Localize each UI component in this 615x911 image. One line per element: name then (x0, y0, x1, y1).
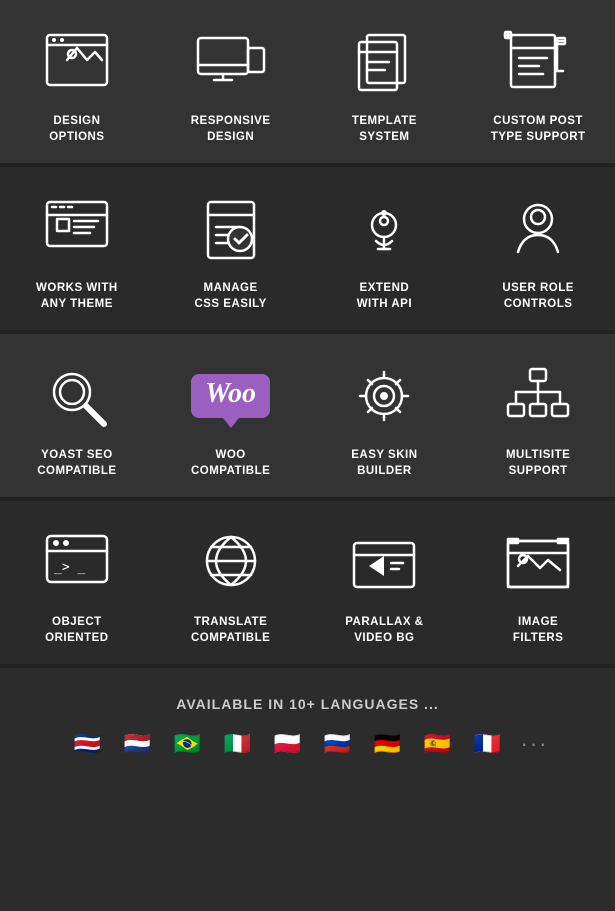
easy-skin-builder-icon (339, 356, 429, 436)
feature-multisite-support: MULTISITESUPPORT (461, 334, 615, 497)
languages-section: AVAILABLE IN 10+ LANGUAGES ... 🇨🇷 🇳🇱 🇧🇷 … (0, 668, 615, 788)
feature-custom-post-type-support: CUSTOM POSTTYPE SUPPORT (461, 0, 615, 163)
image-filters-label: IMAGEFILTERS (513, 615, 564, 646)
design-options-label: DESIGNOPTIONS (49, 114, 104, 145)
feature-woo-compatible: Woo WOOCOMPATIBLE (154, 334, 308, 497)
feature-easy-skin-builder: EASY SKINBUILDER (308, 334, 462, 497)
flag-france: 🇫🇷 (467, 730, 509, 758)
feature-section-4: _> _ OBJECTORIENTED TRANSLATECOMPATIBLE (0, 501, 615, 668)
flag-costarica: 🇨🇷 (67, 730, 109, 758)
extend-with-api-label: EXTENDWITH API (357, 281, 412, 312)
feature-extend-with-api: EXTENDWITH API (308, 167, 462, 330)
flag-italy: 🇮🇹 (217, 730, 259, 758)
user-role-controls-icon (493, 189, 583, 269)
yoast-seo-compatible-icon (32, 356, 122, 436)
yoast-seo-compatible-label: YOAST SEOCOMPATIBLE (37, 448, 116, 479)
woo-compatible-icon: Woo (186, 356, 276, 436)
woo-text: Woo (205, 380, 256, 408)
image-filters-icon (493, 523, 583, 603)
design-options-icon (32, 22, 122, 102)
responsive-design-icon (186, 22, 276, 102)
easy-skin-builder-label: EASY SKINBUILDER (351, 448, 417, 479)
object-oriented-icon: _> _ (32, 523, 122, 603)
feature-parallax-video-bg: PARALLAX &VIDEO BG (308, 501, 462, 664)
feature-section-3: YOAST SEOCOMPATIBLE Woo WOOCOMPATIBLE (0, 334, 615, 501)
more-flags-dots: ··· (521, 731, 549, 757)
feature-section-1: DESIGNOPTIONS RESPONSIVEDESIGN TEMPLATES… (0, 0, 615, 167)
flag-netherlands: 🇳🇱 (117, 730, 159, 758)
languages-title: AVAILABLE IN 10+ LANGUAGES ... (176, 696, 438, 712)
translate-compatible-label: TRANSLATECOMPATIBLE (191, 615, 270, 646)
feature-object-oriented: _> _ OBJECTORIENTED (0, 501, 154, 664)
feature-section-2: WORKS WITHANY THEME MANAGECSS EASILY (0, 167, 615, 334)
feature-design-options: DESIGNOPTIONS (0, 0, 154, 163)
custom-post-type-support-icon (493, 22, 583, 102)
feature-manage-css-easily: MANAGECSS EASILY (154, 167, 308, 330)
feature-works-with-any-theme: WORKS WITHANY THEME (0, 167, 154, 330)
flag-russia: 🇷🇺 (317, 730, 359, 758)
feature-responsive-design: RESPONSIVEDESIGN (154, 0, 308, 163)
parallax-video-bg-icon (339, 523, 429, 603)
feature-yoast-seo-compatible: YOAST SEOCOMPATIBLE (0, 334, 154, 497)
feature-template-system: TEMPLATESYSTEM (308, 0, 462, 163)
object-oriented-label: OBJECTORIENTED (45, 615, 108, 646)
responsive-design-label: RESPONSIVEDESIGN (191, 114, 271, 145)
template-system-label: TEMPLATESYSTEM (352, 114, 417, 145)
flags-row: 🇨🇷 🇳🇱 🇧🇷 🇮🇹 🇵🇱 🇷🇺 🇩🇪 🇪🇸 🇫🇷 ··· (67, 730, 549, 758)
manage-css-easily-label: MANAGECSS EASILY (194, 281, 266, 312)
flag-spain: 🇪🇸 (417, 730, 459, 758)
manage-css-easily-icon (186, 189, 276, 269)
multisite-support-icon (493, 356, 583, 436)
feature-image-filters: IMAGEFILTERS (461, 501, 615, 664)
feature-user-role-controls: USER ROLECONTROLS (461, 167, 615, 330)
feature-translate-compatible: TRANSLATECOMPATIBLE (154, 501, 308, 664)
svg-text:_> _: _> _ (54, 560, 85, 575)
flag-brazil: 🇧🇷 (167, 730, 209, 758)
multisite-support-label: MULTISITESUPPORT (506, 448, 570, 479)
woo-compatible-label: WOOCOMPATIBLE (191, 448, 270, 479)
template-system-icon (339, 22, 429, 102)
works-with-any-theme-label: WORKS WITHANY THEME (36, 281, 118, 312)
extend-with-api-icon (339, 189, 429, 269)
flag-poland: 🇵🇱 (267, 730, 309, 758)
works-with-any-theme-icon (32, 189, 122, 269)
parallax-video-bg-label: PARALLAX &VIDEO BG (345, 615, 423, 646)
user-role-controls-label: USER ROLECONTROLS (502, 281, 574, 312)
translate-compatible-icon (186, 523, 276, 603)
flag-germany: 🇩🇪 (367, 730, 409, 758)
custom-post-type-support-label: CUSTOM POSTTYPE SUPPORT (491, 114, 586, 145)
